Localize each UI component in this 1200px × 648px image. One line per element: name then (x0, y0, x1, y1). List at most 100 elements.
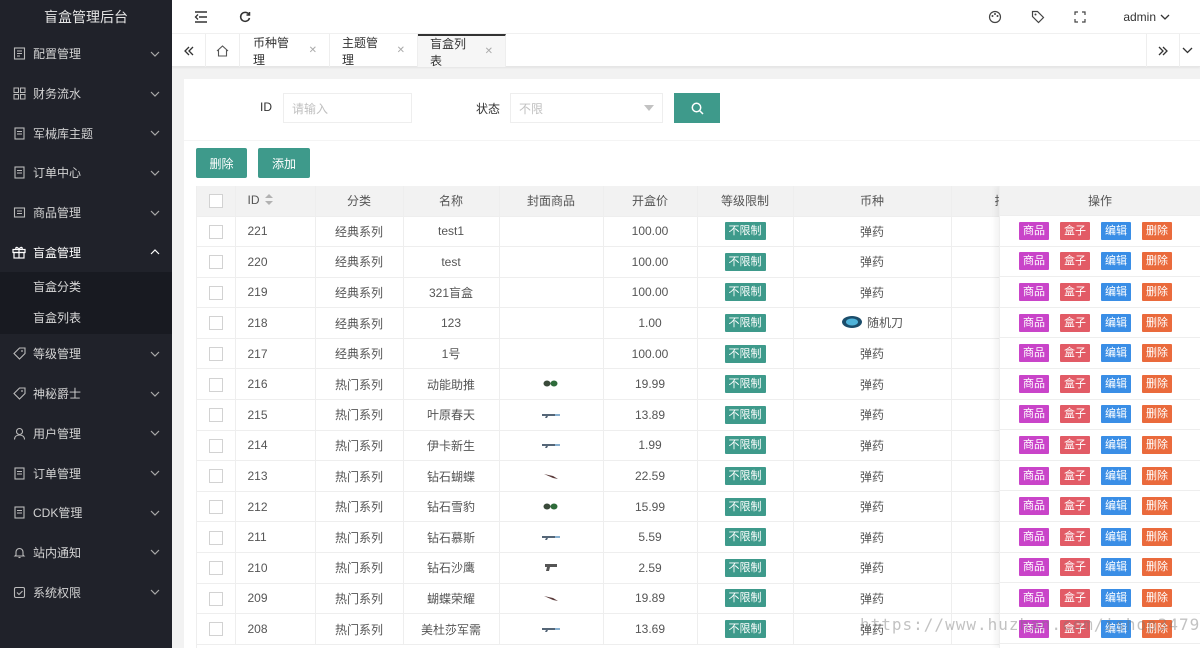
goods-button[interactable]: 商品 (1019, 221, 1049, 240)
goods-button[interactable]: 商品 (1019, 252, 1049, 271)
tabs-menu-chevron-down-icon[interactable] (1174, 34, 1200, 67)
tabs-scroll-left-icon[interactable] (172, 34, 206, 67)
row-delete-button[interactable]: 删除 (1142, 527, 1172, 546)
edit-button[interactable]: 编辑 (1101, 497, 1131, 516)
sidebar-item-4[interactable]: 商品管理 (0, 193, 172, 233)
tab-currency[interactable]: 币种管理 ✕ (241, 34, 330, 67)
collapse-sidebar-icon[interactable] (186, 0, 216, 34)
goods-button[interactable]: 商品 (1019, 558, 1049, 577)
row-delete-button[interactable]: 删除 (1142, 252, 1172, 271)
tag-icon[interactable] (1023, 0, 1053, 34)
box-button[interactable]: 盒子 (1060, 527, 1090, 546)
sidebar-item-5[interactable]: 盲盒管理 (0, 232, 172, 272)
box-button[interactable]: 盒子 (1060, 588, 1090, 607)
goods-button[interactable]: 商品 (1019, 282, 1049, 301)
row-checkbox[interactable] (197, 338, 236, 370)
edit-button[interactable]: 编辑 (1101, 313, 1131, 332)
column-header-id[interactable]: ID (235, 186, 316, 217)
row-checkbox[interactable] (197, 583, 236, 615)
user-menu[interactable]: admin (1123, 0, 1170, 34)
sidebar-item-12[interactable]: 系统权限 (0, 572, 172, 612)
row-delete-button[interactable]: 删除 (1142, 466, 1172, 485)
row-checkbox[interactable] (197, 246, 236, 278)
theme-icon[interactable] (980, 0, 1010, 34)
edit-button[interactable]: 编辑 (1101, 405, 1131, 424)
tab-blindbox-list[interactable]: 盲盒列表 ✕ (418, 34, 506, 68)
search-button[interactable] (674, 93, 720, 123)
close-icon[interactable]: ✕ (485, 46, 493, 57)
goods-button[interactable]: 商品 (1019, 405, 1049, 424)
row-delete-button[interactable]: 删除 (1142, 344, 1172, 363)
sidebar-item-6[interactable]: 等级管理 (0, 334, 172, 374)
edit-button[interactable]: 编辑 (1101, 466, 1131, 485)
box-button[interactable]: 盒子 (1060, 221, 1090, 240)
row-delete-button[interactable]: 删除 (1142, 588, 1172, 607)
goods-button[interactable]: 商品 (1019, 497, 1049, 516)
refresh-icon[interactable] (230, 0, 260, 34)
goods-button[interactable]: 商品 (1019, 466, 1049, 485)
row-delete-button[interactable]: 删除 (1142, 374, 1172, 393)
add-button[interactable]: 添加 (258, 148, 310, 178)
row-delete-button[interactable]: 删除 (1142, 558, 1172, 577)
sidebar-item-9[interactable]: 订单管理 (0, 453, 172, 493)
box-button[interactable]: 盒子 (1060, 558, 1090, 577)
row-checkbox[interactable] (197, 491, 236, 523)
submenu-item-1[interactable]: 盲盒列表 (0, 303, 172, 334)
edit-button[interactable]: 编辑 (1101, 374, 1131, 393)
close-icon[interactable]: ✕ (309, 45, 317, 56)
sort-icon[interactable] (264, 194, 273, 208)
box-button[interactable]: 盒子 (1060, 466, 1090, 485)
sidebar-item-8[interactable]: 用户管理 (0, 414, 172, 454)
row-delete-button[interactable]: 删除 (1142, 497, 1172, 516)
row-checkbox[interactable] (197, 552, 236, 584)
row-delete-button[interactable]: 删除 (1142, 435, 1172, 454)
goods-button[interactable]: 商品 (1019, 588, 1049, 607)
sidebar-item-2[interactable]: 军械库主题 (0, 113, 172, 153)
row-checkbox[interactable] (197, 460, 236, 492)
row-checkbox[interactable] (197, 277, 236, 309)
status-filter-select[interactable]: 不限 (510, 93, 663, 123)
row-checkbox[interactable] (197, 613, 236, 645)
goods-button[interactable]: 商品 (1019, 435, 1049, 454)
goods-button[interactable]: 商品 (1019, 527, 1049, 546)
box-button[interactable]: 盒子 (1060, 313, 1090, 332)
sidebar-item-3[interactable]: 订单中心 (0, 153, 172, 193)
sidebar-item-0[interactable]: 配置管理 (0, 34, 172, 74)
box-button[interactable]: 盒子 (1060, 405, 1090, 424)
goods-button[interactable]: 商品 (1019, 313, 1049, 332)
edit-button[interactable]: 编辑 (1101, 527, 1131, 546)
close-icon[interactable]: ✕ (397, 45, 405, 56)
box-button[interactable]: 盒子 (1060, 344, 1090, 363)
box-button[interactable]: 盒子 (1060, 282, 1090, 301)
row-delete-button[interactable]: 删除 (1142, 282, 1172, 301)
goods-button[interactable]: 商品 (1019, 374, 1049, 393)
row-checkbox[interactable] (197, 368, 236, 401)
row-delete-button[interactable]: 删除 (1142, 405, 1172, 424)
box-button[interactable]: 盒子 (1060, 374, 1090, 393)
box-button[interactable]: 盒子 (1060, 435, 1090, 454)
row-delete-button[interactable]: 删除 (1142, 221, 1172, 240)
box-button[interactable]: 盒子 (1060, 497, 1090, 516)
row-checkbox[interactable] (197, 399, 236, 431)
edit-button[interactable]: 编辑 (1101, 558, 1131, 577)
row-delete-button[interactable]: 删除 (1142, 313, 1172, 332)
delete-button[interactable]: 删除 (196, 148, 247, 178)
fullscreen-icon[interactable] (1065, 0, 1095, 34)
edit-button[interactable]: 编辑 (1101, 282, 1131, 301)
row-checkbox[interactable] (197, 307, 236, 339)
row-checkbox[interactable] (197, 216, 236, 248)
sidebar-item-10[interactable]: CDK管理 (0, 493, 172, 533)
sidebar-item-1[interactable]: 财务流水 (0, 74, 172, 114)
row-checkbox[interactable] (197, 430, 236, 462)
select-all-checkbox[interactable] (197, 186, 236, 217)
edit-button[interactable]: 编辑 (1101, 221, 1131, 240)
edit-button[interactable]: 编辑 (1101, 588, 1131, 607)
submenu-item-0[interactable]: 盲盒分类 (0, 272, 172, 303)
sidebar-item-11[interactable]: 站内通知 (0, 533, 172, 573)
edit-button[interactable]: 编辑 (1101, 435, 1131, 454)
edit-button[interactable]: 编辑 (1101, 252, 1131, 271)
goods-button[interactable]: 商品 (1019, 344, 1049, 363)
tab-theme[interactable]: 主题管理 ✕ (330, 34, 418, 67)
id-filter-input[interactable]: 请输入 (283, 93, 412, 123)
edit-button[interactable]: 编辑 (1101, 344, 1131, 363)
